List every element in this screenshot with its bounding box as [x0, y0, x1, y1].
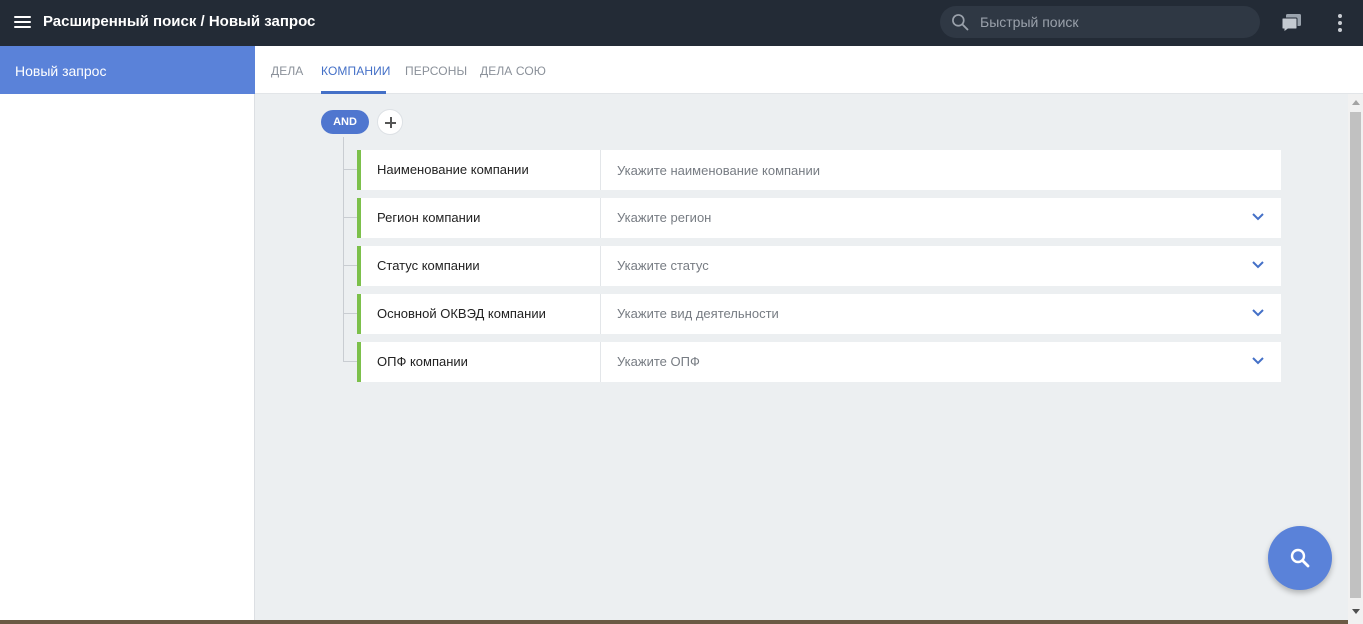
status-select[interactable]: Укажите статус [601, 246, 1281, 286]
select-placeholder: Укажите ОПФ [617, 354, 700, 369]
chevron-down-icon [1252, 261, 1264, 269]
search-fab-button[interactable] [1268, 526, 1332, 590]
tree-connector-line [343, 137, 344, 362]
top-app-bar: Расширенный поиск / Новый запрос [0, 0, 1363, 46]
tree-connector [343, 217, 357, 218]
opf-select[interactable]: Укажите ОПФ [601, 342, 1281, 382]
select-placeholder: Укажите статус [617, 258, 709, 273]
criterion-company-status: Статус компании Укажите статус [343, 246, 1281, 286]
quick-search[interactable] [940, 6, 1260, 38]
search-icon [952, 14, 969, 31]
sidebar: Новый запрос [0, 46, 255, 624]
company-name-input[interactable] [601, 150, 1281, 190]
page-title: Расширенный поиск / Новый запрос [43, 13, 316, 30]
criterion-company-name: Наименование компании [343, 150, 1281, 190]
tab-persons[interactable]: ПЕРСОНЫ [405, 64, 467, 78]
tab-soyu-cases[interactable]: ДЕЛА СОЮ [480, 64, 546, 78]
entity-tabs: ДЕЛА КОМПАНИИ ПЕРСОНЫ ДЕЛА СОЮ [255, 46, 1363, 94]
scroll-up-arrow[interactable] [1352, 100, 1360, 105]
window-bottom-edge [0, 620, 1348, 624]
select-placeholder: Укажите регион [617, 210, 712, 225]
criterion-label: ОПФ компании [377, 354, 468, 369]
region-select[interactable]: Укажите регион [601, 198, 1281, 238]
and-operator-toggle[interactable]: AND [321, 110, 369, 134]
chevron-down-icon [1252, 309, 1264, 317]
scroll-down-arrow[interactable] [1352, 609, 1360, 614]
quick-search-input[interactable] [980, 6, 1250, 38]
criterion-label: Основной ОКВЭД компании [377, 306, 546, 321]
tree-connector [343, 313, 357, 314]
chevron-down-icon [1252, 357, 1264, 365]
criterion-company-opf: ОПФ компании Укажите ОПФ [343, 342, 1281, 382]
sidebar-item-new-query[interactable]: Новый запрос [0, 46, 255, 94]
more-vertical-icon[interactable] [1332, 12, 1348, 34]
criterion-company-region: Регион компании Укажите регион [343, 198, 1281, 238]
tab-companies[interactable]: КОМПАНИИ [321, 64, 391, 78]
menu-icon[interactable] [13, 13, 33, 33]
select-placeholder: Укажите вид деятельности [617, 306, 779, 321]
tree-connector [343, 361, 357, 362]
scrollbar[interactable] [1348, 94, 1363, 624]
add-criterion-button[interactable] [377, 109, 403, 135]
criterion-label: Статус компании [377, 258, 480, 273]
scroll-thumb[interactable] [1350, 112, 1361, 598]
search-icon [1290, 548, 1310, 568]
criterion-label: Регион компании [377, 210, 481, 225]
criterion-label: Наименование компании [377, 162, 529, 177]
tree-connector [343, 265, 357, 266]
okved-select[interactable]: Укажите вид деятельности [601, 294, 1281, 334]
tab-cases[interactable]: ДЕЛА [271, 64, 303, 78]
criterion-company-okved: Основной ОКВЭД компании Укажите вид деят… [343, 294, 1281, 334]
query-builder: AND Наименование компании Регион компани… [255, 94, 1348, 624]
tree-connector [343, 169, 357, 170]
chevron-down-icon [1252, 213, 1264, 221]
chat-icon[interactable] [1281, 12, 1303, 34]
